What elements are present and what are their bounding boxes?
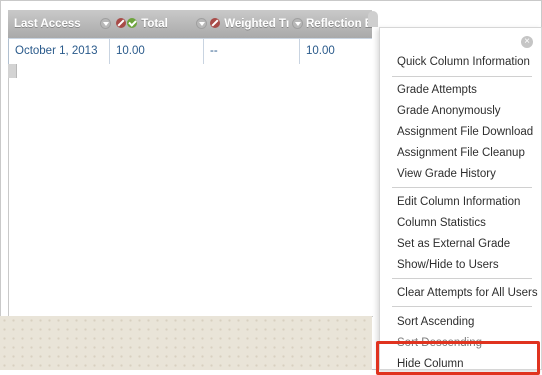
no-entry-icon [116,18,126,28]
check-icon [127,18,137,28]
menu-divider [392,76,532,77]
menu-item-grade-anonymously[interactable]: Grade Anonymously [380,101,541,121]
no-entry-icon [210,18,220,28]
grade-center-grid: Last Access Total Weighted Tı Reflection… [0,0,378,370]
column-context-menu: × Quick Column Information Grade Attempt… [379,27,542,370]
column-header-reflection-essay[interactable]: Reflection Ess: [306,10,372,38]
column-header-label: Last Access [14,18,81,30]
menu-item-show-hide-to-users[interactable]: Show/Hide to Users [380,255,541,275]
menu-divider [392,278,532,279]
column-header-weighted-total[interactable]: Weighted Tı [210,10,304,38]
column-header-label: Reflection Ess: [306,18,372,30]
menu-item-assignment-file-download[interactable]: Assignment File Download [380,122,541,142]
column-header-label: Total [141,18,168,30]
menu-divider [392,306,532,307]
table-cell-last-access[interactable]: October 1, 2013 [8,38,109,64]
column-header-last-access[interactable]: Last Access [14,10,114,38]
menu-item-grade-attempts[interactable]: Grade Attempts [380,80,541,100]
menu-item-quick-column-information[interactable]: Quick Column Information [380,52,541,72]
column-header-label: Weighted Tı [224,18,290,30]
column-header-row: Last Access Total Weighted Tı Reflection… [8,10,372,38]
table-cell-total[interactable]: 10.00 [109,38,203,64]
menu-item-view-grade-history[interactable]: View Grade History [380,164,541,184]
chevron-down-icon[interactable] [196,18,207,29]
menu-item-clear-attempts-for-all-users[interactable]: Clear Attempts for All Users [380,283,541,303]
menu-item-sort-ascending[interactable]: Sort Ascending [380,312,541,332]
chevron-down-icon[interactable] [292,18,303,29]
close-icon[interactable]: × [521,36,533,48]
table-cell-weighted-total[interactable]: -- [203,38,299,64]
grid-body [8,64,373,317]
column-header-total[interactable]: Total [116,10,208,38]
chevron-down-icon[interactable] [368,11,378,27]
chevron-down-icon[interactable] [100,18,111,29]
row-handle[interactable] [8,64,17,78]
page-background [0,316,372,370]
table-row: October 1, 2013 10.00 -- 10.00 [8,38,372,65]
menu-divider [392,187,532,188]
menu-item-assignment-file-cleanup[interactable]: Assignment File Cleanup [380,143,541,163]
menu-item-edit-column-information[interactable]: Edit Column Information [380,192,541,212]
menu-item-set-as-external-grade[interactable]: Set as External Grade [380,234,541,254]
table-cell-reflection-essay[interactable]: 10.00 [299,38,372,64]
menu-item-column-statistics[interactable]: Column Statistics [380,213,541,233]
